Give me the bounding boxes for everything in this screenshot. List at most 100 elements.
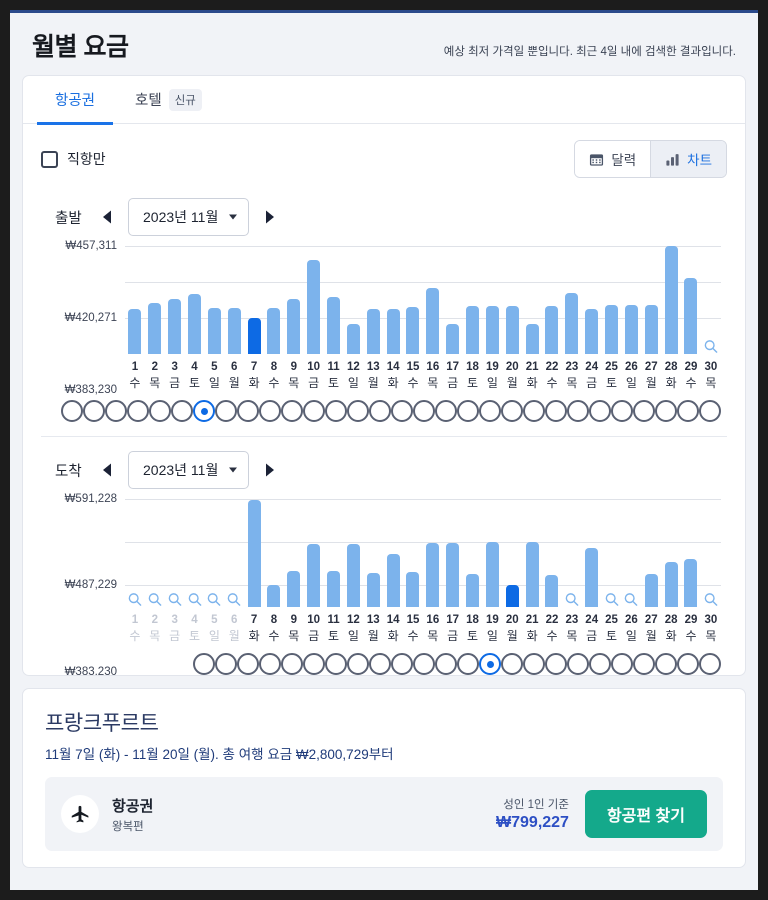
day-radio-23[interactable] <box>545 653 567 675</box>
price-bar[interactable] <box>386 309 400 354</box>
day-radio-26[interactable] <box>611 653 633 675</box>
day-radio-21[interactable] <box>501 653 523 675</box>
price-bar[interactable] <box>446 543 460 607</box>
search-icon[interactable] <box>703 592 718 607</box>
price-bar[interactable] <box>446 324 460 354</box>
arrival-prev-month-button[interactable] <box>97 460 116 480</box>
price-bar[interactable] <box>148 302 162 354</box>
day-radio-30[interactable] <box>699 653 721 675</box>
search-icon[interactable] <box>187 592 202 607</box>
day-radio-5[interactable] <box>149 400 171 422</box>
day-radio-26[interactable] <box>611 400 633 422</box>
price-bar[interactable] <box>545 305 559 354</box>
price-bar[interactable] <box>307 259 321 354</box>
price-bar[interactable] <box>485 542 499 607</box>
price-bar[interactable] <box>605 304 619 354</box>
day-radio-12[interactable] <box>303 400 325 422</box>
day-radio-20[interactable] <box>479 653 501 675</box>
price-bar[interactable] <box>307 543 321 607</box>
search-icon[interactable] <box>624 592 639 607</box>
day-radio-24[interactable] <box>567 653 589 675</box>
price-bar[interactable] <box>406 306 420 354</box>
day-radio-7[interactable] <box>193 653 215 675</box>
price-bar[interactable] <box>505 305 519 354</box>
price-bar[interactable] <box>505 585 519 607</box>
search-icon[interactable] <box>127 592 142 607</box>
day-radio-20[interactable] <box>479 400 501 422</box>
day-radio-9[interactable] <box>237 653 259 675</box>
search-icon[interactable] <box>227 592 242 607</box>
price-bar[interactable] <box>565 292 579 354</box>
price-bar[interactable] <box>664 561 678 607</box>
arrival-month-select[interactable]: 2023년 11월 <box>128 451 250 489</box>
price-bar[interactable] <box>287 298 301 354</box>
nonstop-checkbox[interactable] <box>41 150 58 168</box>
price-bar[interactable] <box>247 499 261 607</box>
day-radio-25[interactable] <box>589 400 611 422</box>
day-radio-25[interactable] <box>589 653 611 675</box>
day-radio-14[interactable] <box>347 400 369 422</box>
price-bar[interactable] <box>585 308 599 354</box>
day-radio-15[interactable] <box>369 653 391 675</box>
day-radio-3[interactable] <box>105 400 127 422</box>
price-bar[interactable] <box>346 543 360 607</box>
day-radio-15[interactable] <box>369 400 391 422</box>
price-bar[interactable] <box>624 304 638 354</box>
price-bar[interactable] <box>426 288 440 354</box>
day-radio-24[interactable] <box>567 400 589 422</box>
price-bar[interactable] <box>346 324 360 354</box>
price-bar[interactable] <box>426 543 440 607</box>
day-radio-13[interactable] <box>325 653 347 675</box>
day-radio-17[interactable] <box>413 653 435 675</box>
tab-hotels[interactable]: 호텔 신규 <box>117 76 220 124</box>
day-radio-22[interactable] <box>523 400 545 422</box>
day-radio-30[interactable] <box>699 400 721 422</box>
day-radio-7[interactable] <box>193 400 215 422</box>
view-toggle-calendar[interactable]: 달력 <box>575 141 651 177</box>
search-icon[interactable] <box>703 339 718 354</box>
day-radio-1[interactable] <box>61 400 83 422</box>
find-flights-button[interactable]: 항공편 찾기 <box>584 790 707 838</box>
price-bar[interactable] <box>188 293 201 354</box>
price-bar[interactable] <box>466 573 480 607</box>
day-radio-9[interactable] <box>237 400 259 422</box>
day-radio-2[interactable] <box>83 400 105 422</box>
day-radio-27[interactable] <box>633 400 655 422</box>
day-radio-16[interactable] <box>391 400 413 422</box>
price-bar[interactable] <box>366 309 380 354</box>
price-bar[interactable] <box>466 305 480 354</box>
price-bar[interactable] <box>366 573 380 607</box>
price-bar[interactable] <box>684 278 698 354</box>
price-bar[interactable] <box>247 318 261 354</box>
price-bar[interactable] <box>545 574 559 607</box>
search-icon[interactable] <box>207 592 222 607</box>
departure-prev-month-button[interactable] <box>97 207 116 227</box>
day-radio-6[interactable] <box>171 400 193 422</box>
day-radio-4[interactable] <box>127 400 149 422</box>
price-bar[interactable] <box>287 570 301 607</box>
day-radio-11[interactable] <box>281 400 303 422</box>
day-radio-28[interactable] <box>655 400 677 422</box>
day-radio-18[interactable] <box>435 400 457 422</box>
price-bar[interactable] <box>525 542 539 607</box>
search-icon[interactable] <box>147 592 162 607</box>
price-bar[interactable] <box>485 305 499 354</box>
price-bar[interactable] <box>267 585 281 607</box>
price-bar[interactable] <box>585 548 599 607</box>
tab-flights[interactable]: 항공권 <box>37 76 114 125</box>
search-icon[interactable] <box>604 592 619 607</box>
day-radio-11[interactable] <box>281 653 303 675</box>
day-radio-10[interactable] <box>259 653 281 675</box>
price-bar[interactable] <box>207 307 221 354</box>
day-radio-27[interactable] <box>633 653 655 675</box>
view-toggle-chart[interactable]: 차트 <box>650 141 726 177</box>
day-radio-23[interactable] <box>545 400 567 422</box>
departure-next-month-button[interactable] <box>261 207 280 227</box>
day-radio-29[interactable] <box>677 400 699 422</box>
search-icon[interactable] <box>564 592 579 607</box>
day-radio-18[interactable] <box>435 653 457 675</box>
price-bar[interactable] <box>327 570 341 607</box>
day-radio-28[interactable] <box>655 653 677 675</box>
arrival-next-month-button[interactable] <box>261 460 280 480</box>
day-radio-19[interactable] <box>457 400 479 422</box>
